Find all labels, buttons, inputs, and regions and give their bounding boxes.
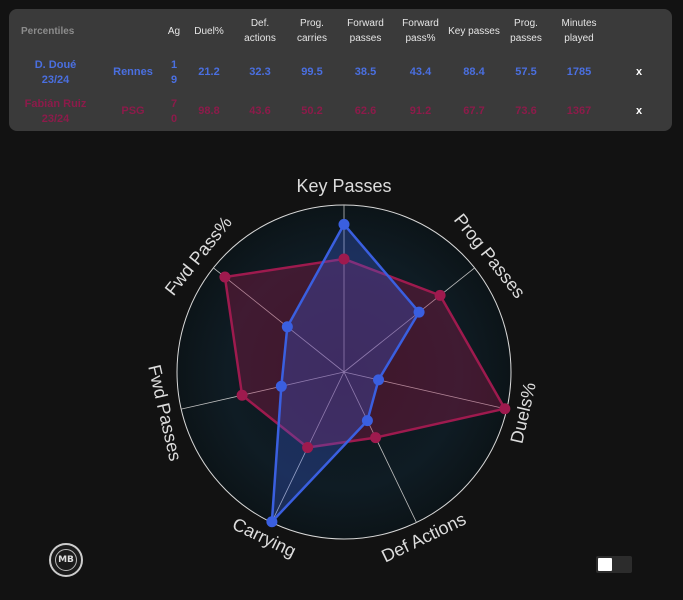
radar-data-point: [338, 218, 350, 230]
radar-data-point: [275, 380, 287, 392]
radar-data-point: [266, 516, 278, 528]
radar-chart: Key PassesProg PassesDuels%Def ActionsCa…: [144, 176, 540, 567]
radar-data-point: [236, 389, 248, 401]
mb-logo-icon: MB: [49, 543, 83, 577]
radar-data-point: [219, 271, 231, 283]
logo-text: MB: [55, 549, 77, 571]
radar-axis-label: Key Passes: [296, 176, 391, 196]
theme-toggle[interactable]: [596, 556, 632, 573]
radar-data-point: [499, 403, 511, 415]
radar-data-point: [338, 253, 350, 265]
radar-data-point: [434, 289, 446, 301]
toggle-knob: [598, 558, 612, 571]
radar-data-point: [373, 374, 385, 386]
radar-data-point: [370, 432, 382, 444]
radar-data-point: [302, 442, 314, 454]
radar-data-point: [361, 415, 373, 427]
radar-axis-label: Duels%: [506, 380, 539, 445]
radar-data-point: [281, 321, 293, 333]
radar-data-point: [413, 306, 425, 318]
